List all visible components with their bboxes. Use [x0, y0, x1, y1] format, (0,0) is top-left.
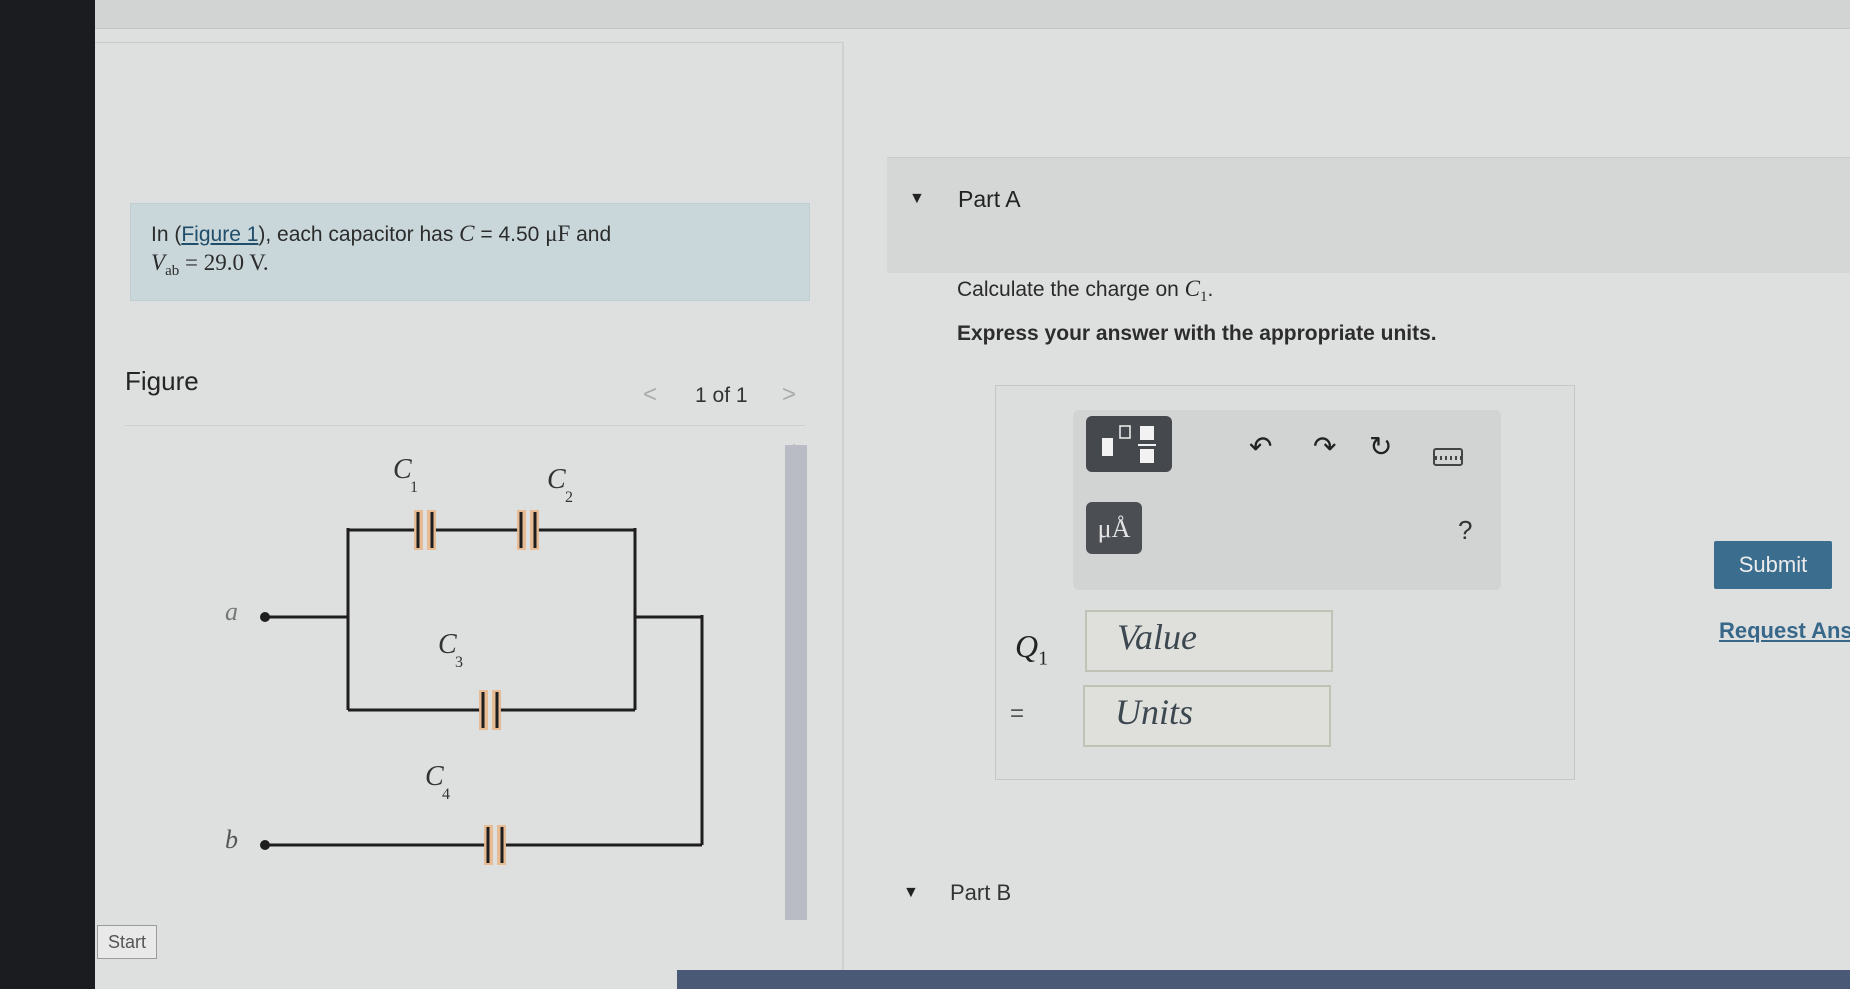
screen: In (Figure 1), each capacitor has C = 4.… — [95, 0, 1850, 989]
help-icon[interactable]: ? — [1458, 515, 1472, 546]
redo-icon[interactable]: ↷ — [1313, 430, 1336, 463]
capacitor-highlights — [414, 510, 539, 865]
c1-subscript: 1 — [410, 479, 418, 496]
capacitor-plates — [416, 512, 537, 863]
c4-subscript: 4 — [442, 786, 450, 803]
value-input[interactable]: Value — [1085, 610, 1333, 672]
figure-scrollbar[interactable] — [785, 445, 807, 920]
equals-sign: = — [1010, 700, 1025, 727]
start-button[interactable]: Start — [97, 925, 157, 959]
circuit-wires — [265, 528, 704, 847]
node-b-terminal — [260, 840, 270, 850]
part-b-title[interactable]: Part B — [950, 880, 1011, 906]
node-a-label: a — [225, 597, 238, 626]
panel-separator — [842, 42, 844, 989]
question-text: Calculate the charge on — [957, 278, 1185, 301]
voltage-value: = 29.0 V. — [179, 250, 269, 275]
bottom-strip — [677, 970, 1850, 989]
part-a-question: Calculate the charge on C1. — [957, 276, 1213, 306]
templates-button[interactable] — [1086, 416, 1172, 472]
c2-subscript: 2 — [565, 489, 573, 506]
next-figure-button[interactable]: > — [782, 381, 796, 409]
node-b-label: b — [225, 825, 238, 854]
part-a-header[interactable] — [887, 157, 1850, 273]
capacitance-unit: μF — [545, 221, 571, 246]
question-period: . — [1207, 278, 1214, 301]
divider — [95, 42, 842, 43]
figure-page-indicator: 1 of 1 — [695, 384, 748, 407]
voltage-symbol: V — [151, 250, 166, 275]
part-b-caret-icon[interactable]: ▼ — [903, 884, 919, 902]
caret-down-icon[interactable]: ▼ — [909, 190, 925, 208]
figure-divider — [125, 425, 805, 426]
answer-variable-symbol: Q — [1015, 628, 1039, 664]
figure-link[interactable]: Figure 1 — [181, 223, 258, 246]
problem-statement: In (Figure 1), each capacitor has C = 4.… — [130, 203, 810, 301]
capacitance-value: = 4.50 — [474, 223, 546, 246]
math-toolbar: ↶ ↷ ↻ μÅ ? — [1073, 410, 1501, 590]
figure-heading: Figure — [125, 366, 199, 396]
submit-button[interactable]: Submit — [1714, 541, 1832, 589]
part-a-instructions: Express your answer with the appropriate… — [957, 322, 1437, 345]
undo-icon[interactable]: ↶ — [1249, 430, 1272, 463]
c2-label: C — [547, 464, 566, 495]
problem-and: and — [570, 223, 612, 246]
voltage-subscript: ab — [165, 263, 180, 280]
top-bar — [95, 0, 1850, 29]
units-button[interactable]: μÅ — [1086, 502, 1142, 554]
question-variable: C — [1184, 276, 1200, 301]
node-a-terminal — [260, 612, 270, 622]
previous-figure-button[interactable]: < — [643, 381, 657, 409]
answer-variable: Q1 — [1015, 628, 1048, 670]
keyboard-icon[interactable] — [1433, 448, 1463, 466]
c3-subscript: 3 — [455, 654, 463, 671]
reset-icon[interactable]: ↻ — [1369, 430, 1392, 463]
question-subscript: 1 — [1200, 289, 1208, 306]
fraction-template-icon — [1102, 425, 1156, 463]
units-input[interactable]: Units — [1083, 685, 1331, 747]
part-a-title[interactable]: Part A — [958, 186, 1021, 213]
capacitance-symbol: C — [459, 221, 475, 246]
problem-mid: ), each capacitor has — [258, 223, 460, 246]
circuit-diagram: C 1 C 2 C 3 C 4 a b — [225, 454, 704, 865]
request-answer-link[interactable]: Request Answer — [1719, 618, 1850, 644]
answer-variable-subscript: 1 — [1038, 647, 1049, 670]
problem-intro: In ( — [151, 223, 182, 246]
